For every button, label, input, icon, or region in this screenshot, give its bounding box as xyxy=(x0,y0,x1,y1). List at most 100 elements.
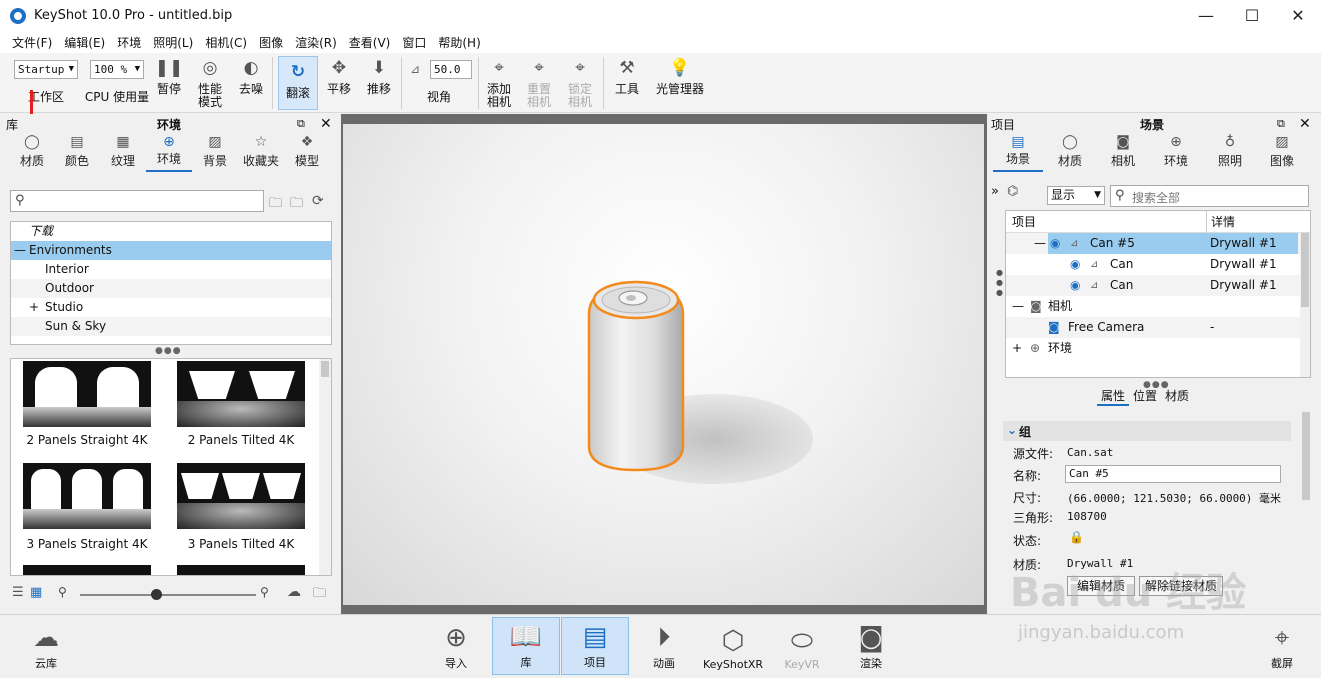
tab-scene[interactable]: ▤ 场景 xyxy=(993,134,1043,172)
tab-position[interactable]: 位置 xyxy=(1129,387,1161,406)
refresh-icon[interactable]: ⟳ xyxy=(312,193,324,209)
tab-environments[interactable]: ⊕ 环境 xyxy=(146,134,192,172)
thumbnail-partial[interactable] xyxy=(23,565,151,575)
eye-icon[interactable]: ◉ xyxy=(1070,275,1080,296)
tree-row-can[interactable]: ◉ ⊿ Can Drywall #1 xyxy=(1006,275,1310,296)
vertical-splitter-handle[interactable]: ● ● ● xyxy=(996,268,1003,298)
tree-row-free-camera[interactable]: ◙ Free Camera - xyxy=(1006,317,1310,338)
splitter-handle[interactable]: ●●● xyxy=(155,346,182,356)
menu-environment[interactable]: 环境 xyxy=(111,34,147,51)
menu-file[interactable]: 文件(F) xyxy=(6,34,58,51)
thumbnail-2-panels-straight[interactable] xyxy=(23,361,151,427)
tab-materials[interactable]: ◯ 材质 xyxy=(1043,134,1097,172)
group-section-header[interactable]: ⌄ 组 xyxy=(1003,421,1291,441)
eye-icon[interactable]: ◉ xyxy=(1050,233,1060,254)
tree-row-environment[interactable]: + ⊕ 环境 xyxy=(1006,338,1310,359)
maximize-button[interactable]: ☐ xyxy=(1229,0,1275,31)
pan-button[interactable]: ✥ 平移 xyxy=(320,53,358,113)
thumbnail-2-panels-tilted[interactable] xyxy=(177,361,305,427)
render-button[interactable]: ◙ 渲染 xyxy=(837,617,905,675)
tab-lighting[interactable]: ♁ 照明 xyxy=(1203,134,1257,172)
render-viewport[interactable] xyxy=(341,114,987,614)
menu-edit[interactable]: 编辑(E) xyxy=(58,34,111,51)
folder-import-icon[interactable]: 🗀 xyxy=(290,194,303,216)
undock-icon[interactable]: ⧉ xyxy=(1277,117,1285,131)
menu-lighting[interactable]: 照明(L) xyxy=(147,34,199,51)
tab-textures[interactable]: ▦ 纹理 xyxy=(100,134,146,172)
collapse-icon[interactable]: — xyxy=(1034,233,1046,254)
library-search-input[interactable]: ⚲ xyxy=(10,190,264,212)
thumbnail-scrollbar[interactable] xyxy=(319,359,331,575)
column-item[interactable]: 项目 xyxy=(1012,211,1036,233)
scene-search-input[interactable]: ⚲ 搜索全部 xyxy=(1110,185,1309,207)
field-of-view-input[interactable]: 50.0 xyxy=(430,60,472,79)
thumbnail-size-slider[interactable] xyxy=(80,594,256,596)
tab-colors[interactable]: ▤ 颜色 xyxy=(54,134,100,172)
tab-materials[interactable]: ◯ 材质 xyxy=(10,134,54,172)
render-scene[interactable] xyxy=(343,124,984,605)
project-button[interactable]: ▤ 项目 xyxy=(561,617,629,675)
menu-view[interactable]: 查看(V) xyxy=(343,34,397,51)
close-button[interactable]: ✕ xyxy=(1275,0,1321,31)
tree-row-cameras[interactable]: — ◙ 相机 xyxy=(1006,296,1310,317)
properties-scrollbar[interactable] xyxy=(1301,412,1311,602)
tab-models[interactable]: ❖ 模型 xyxy=(284,134,330,172)
cloud-library-button[interactable]: ☁ 云库 xyxy=(12,617,80,675)
tab-favorites[interactable]: ☆ 收藏夹 xyxy=(238,134,284,172)
tree-item-outdoor[interactable]: Outdoor xyxy=(11,279,331,298)
expand-all-icon[interactable]: » xyxy=(991,184,999,199)
tree-item-downloads[interactable]: 下载 xyxy=(11,222,331,241)
scrollbar-thumb[interactable] xyxy=(1302,412,1310,500)
tab-material[interactable]: 材质 xyxy=(1161,387,1193,406)
folder-sync-icon[interactable]: 🗀 xyxy=(313,584,326,606)
tree-row-can[interactable]: ◉ ⊿ Can Drywall #1 xyxy=(1006,254,1310,275)
collapse-icon[interactable]: — xyxy=(14,241,26,260)
tree-row-can-5[interactable]: — ◉ ⊿ Can #5 Drywall #1 xyxy=(1006,233,1310,254)
tree-item-sun-sky[interactable]: Sun & Sky xyxy=(11,317,331,336)
tab-cameras[interactable]: ◙ 相机 xyxy=(1097,134,1149,172)
tab-environment[interactable]: ⊕ 环境 xyxy=(1149,134,1203,172)
light-manager-button[interactable]: 💡 光管理器 xyxy=(652,53,708,113)
menu-help[interactable]: 帮助(H) xyxy=(432,34,486,51)
animation-button[interactable]: ⏵ 动画 xyxy=(630,617,698,675)
panel-close-icon[interactable]: ✕ xyxy=(1299,116,1311,132)
library-button[interactable]: 📖 库 xyxy=(492,617,560,675)
lock-camera-button[interactable]: ⌖ 锁定 相机 xyxy=(563,53,597,113)
tree-scrollbar[interactable] xyxy=(1300,233,1310,377)
thumbnail-3-panels-tilted[interactable] xyxy=(177,463,305,529)
tree-item-environments[interactable]: — Environments xyxy=(11,241,331,260)
menu-window[interactable]: 窗口 xyxy=(396,34,432,51)
slider-thumb[interactable] xyxy=(150,589,162,600)
add-camera-button[interactable]: ⌖ 添加 相机 xyxy=(482,53,516,113)
name-input[interactable]: Can #5 xyxy=(1065,465,1281,483)
lock-icon[interactable]: 🔒 xyxy=(1069,530,1084,544)
tree-item-studio[interactable]: + Studio xyxy=(11,298,331,317)
collapse-icon[interactable]: — xyxy=(1012,296,1024,317)
folder-add-icon[interactable]: 🗀 xyxy=(269,194,282,216)
show-filter-select[interactable]: 显示 ▼ xyxy=(1047,186,1105,205)
keyvr-button[interactable]: ⬭ KeyVR xyxy=(768,617,836,675)
grid-view-icon[interactable]: ▦ xyxy=(30,585,42,600)
panel-close-icon[interactable]: ✕ xyxy=(320,116,332,132)
tree-item-interior[interactable]: Interior xyxy=(11,260,331,279)
column-detail[interactable]: 详情 xyxy=(1206,211,1235,233)
menu-render[interactable]: 渲染(R) xyxy=(289,34,343,51)
minimize-button[interactable]: — xyxy=(1183,0,1229,31)
import-button[interactable]: ⊕ 导入 xyxy=(422,617,490,675)
pause-button[interactable]: ❚❚ 暂停 xyxy=(152,53,186,113)
can-model[interactable] xyxy=(581,274,691,474)
workspace-select[interactable]: Startup ▼ xyxy=(14,60,78,79)
thumbnail-partial[interactable] xyxy=(177,565,305,575)
expand-icon[interactable]: + xyxy=(1012,338,1022,359)
cpu-usage-select[interactable]: 100 % ▼ xyxy=(90,60,144,79)
menu-image[interactable]: 图像 xyxy=(253,34,289,51)
list-view-icon[interactable]: ☰ xyxy=(12,585,24,600)
scrollbar-thumb[interactable] xyxy=(1301,233,1309,307)
scrollbar-thumb[interactable] xyxy=(321,361,329,377)
tab-image[interactable]: ▨ 图像 xyxy=(1257,134,1307,172)
reset-camera-button[interactable]: ⌖ 重置 相机 xyxy=(522,53,556,113)
expand-icon[interactable]: + xyxy=(29,298,39,317)
tools-button[interactable]: ⚒ 工具 xyxy=(610,53,644,113)
tumble-button[interactable]: ↻ 翻滚 xyxy=(278,56,318,110)
undock-icon[interactable]: ⧉ xyxy=(297,117,305,131)
